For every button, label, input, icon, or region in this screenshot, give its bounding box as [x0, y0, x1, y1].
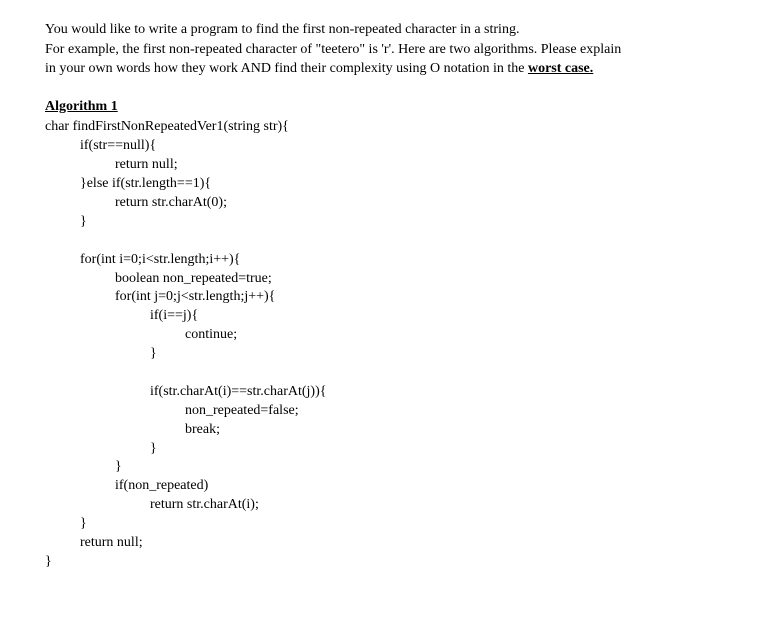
intro-line-3-text: in your own words how they work AND find… — [45, 61, 528, 76]
algorithm-code: char findFirstNonRepeatedVer1(string str… — [45, 118, 717, 571]
algorithm-section: Algorithm 1 char findFirstNonRepeatedVer… — [45, 97, 717, 572]
problem-statement: You would like to write a program to fin… — [45, 20, 717, 79]
intro-line-3: in your own words how they work AND find… — [45, 59, 717, 79]
algorithm-heading: Algorithm 1 — [45, 97, 717, 117]
worst-case-emphasis: worst case. — [528, 61, 593, 76]
intro-line-1: You would like to write a program to fin… — [45, 20, 717, 40]
intro-line-2: For example, the first non-repeated char… — [45, 40, 717, 60]
